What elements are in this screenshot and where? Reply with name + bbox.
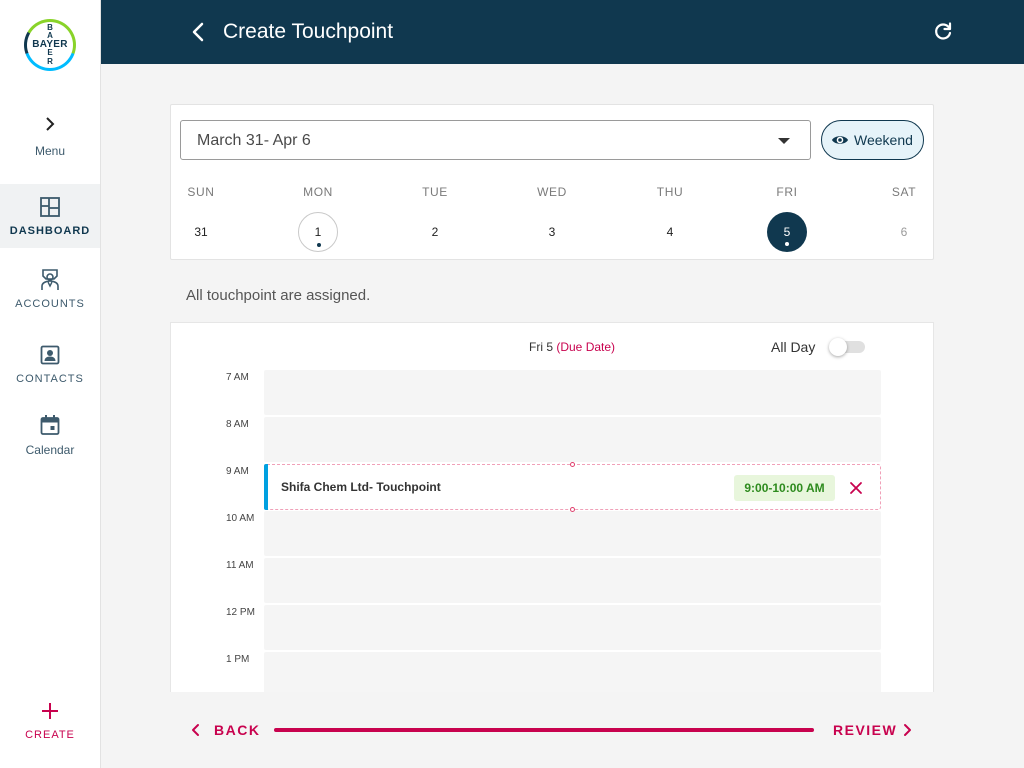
- sidebar-item-contacts[interactable]: CONTACTS: [0, 343, 100, 385]
- calendar-icon: [0, 413, 100, 437]
- all-day-label: All Day: [771, 339, 816, 355]
- hour-label: 8 AM: [226, 419, 249, 430]
- plus-icon: [0, 699, 100, 723]
- sidebar-item-label: CONTACTS: [16, 373, 84, 385]
- close-icon: [850, 482, 862, 494]
- event-color-bar: [264, 464, 268, 510]
- schedule-date-heading: Fri 5 (Due Date): [529, 340, 615, 354]
- create-button[interactable]: CREATE: [0, 699, 100, 741]
- time-slot-1pm[interactable]: [264, 652, 881, 692]
- resize-handle-bottom[interactable]: [570, 507, 575, 512]
- day-column-wed: WED 3: [522, 185, 582, 239]
- time-slot-8am[interactable]: [264, 417, 881, 462]
- day-column-fri: FRI 5: [757, 185, 817, 252]
- week-picker-card: March 31- Apr 6 Weekend SUN 31 MON 1 TUE…: [170, 104, 934, 260]
- sidebar-item-label: Calendar: [25, 443, 75, 457]
- resize-handle-top[interactable]: [570, 462, 575, 467]
- day-column-mon: MON 1: [288, 185, 348, 252]
- day-name: SAT: [891, 185, 917, 199]
- day-number[interactable]: 3: [532, 212, 572, 252]
- menu-toggle[interactable]: Menu: [0, 112, 100, 158]
- day-column-thu: THU 4: [640, 185, 700, 239]
- event-dot: [317, 243, 321, 247]
- sidebar-item-calendar[interactable]: Calendar: [0, 413, 100, 457]
- all-day-toggle[interactable]: [829, 338, 867, 356]
- back-arrow-button[interactable]: [187, 20, 211, 44]
- chevron-left-icon: [192, 22, 204, 42]
- create-label: CREATE: [25, 729, 75, 741]
- hour-label: 12 PM: [226, 607, 255, 618]
- logo-horizontal-text: BAYER: [32, 39, 68, 50]
- time-slot-12pm[interactable]: [264, 605, 881, 650]
- app-header: Create Touchpoint: [101, 0, 1024, 64]
- day-number[interactable]: 6: [884, 212, 924, 252]
- day-name: TUE: [422, 185, 448, 199]
- day-name: WED: [537, 185, 567, 199]
- schedule-date: Fri 5: [529, 340, 553, 354]
- sidebar-item-dashboard[interactable]: DASHBOARD: [0, 184, 100, 248]
- event-dot: [785, 242, 789, 246]
- day-number-text: 5: [783, 225, 791, 239]
- day-number-today[interactable]: 1: [298, 212, 338, 252]
- day-column-sun: SUN 31: [171, 185, 231, 239]
- accounts-icon: [0, 268, 100, 292]
- day-column-tue: TUE 2: [405, 185, 465, 239]
- day-number-selected[interactable]: 5: [767, 212, 807, 252]
- refresh-icon: [935, 22, 952, 40]
- assignment-status: All touchpoint are assigned.: [186, 287, 371, 304]
- page-title: Create Touchpoint: [223, 20, 394, 43]
- hour-label: 11 AM: [226, 560, 254, 571]
- day-name: THU: [656, 185, 684, 199]
- hour-label: 7 AM: [226, 372, 249, 383]
- week-range-value: March 31- Apr 6: [197, 132, 311, 149]
- hour-label: 10 AM: [226, 513, 255, 524]
- day-number[interactable]: 2: [415, 212, 455, 252]
- caret-down-icon: [778, 138, 790, 144]
- toggle-knob: [829, 338, 847, 356]
- day-schedule: Fri 5 (Due Date) All Day 7 AM 8 AM 9 AM …: [170, 322, 934, 692]
- sidebar-item-label: DASHBOARD: [9, 225, 91, 237]
- chevron-left-icon: [192, 724, 199, 736]
- menu-label: Menu: [34, 144, 66, 158]
- time-slot-11am[interactable]: [264, 558, 881, 603]
- remove-event-button[interactable]: [849, 481, 863, 495]
- time-slot-7am[interactable]: [264, 370, 881, 415]
- event-time-badge: 9:00-10:00 AM: [734, 475, 835, 501]
- hour-label: 9 AM: [226, 466, 249, 477]
- sidebar-item-accounts[interactable]: ACCOUNTS: [0, 268, 100, 310]
- bayer-logo: BAYER BAYER: [24, 19, 76, 71]
- touchpoint-event[interactable]: Shifa Chem Ltd- Touchpoint 9:00-10:00 AM: [264, 462, 881, 512]
- weekend-label: Weekend: [854, 132, 913, 148]
- contacts-icon: [0, 343, 100, 367]
- chevron-right-icon: [904, 724, 911, 736]
- sidebar: BAYER BAYER Menu DASHBOARD ACCOUNTS CONT…: [0, 0, 101, 768]
- eye-icon: [832, 136, 848, 144]
- time-slot-10am[interactable]: [264, 511, 881, 556]
- refresh-button[interactable]: [931, 20, 955, 44]
- weekend-toggle-button[interactable]: Weekend: [821, 120, 924, 160]
- due-date-label: (Due Date): [556, 340, 616, 354]
- chevron-right-icon: [0, 112, 100, 136]
- day-name: FRI: [776, 185, 798, 199]
- review-button[interactable]: REVIEW: [833, 720, 923, 740]
- day-number[interactable]: 31: [181, 212, 221, 252]
- dashboard-icon: [0, 195, 100, 219]
- day-name: SUN: [187, 185, 215, 199]
- day-number[interactable]: 4: [650, 212, 690, 252]
- day-name: MON: [303, 185, 333, 199]
- step-progress-bar: [274, 728, 814, 732]
- week-range-select[interactable]: March 31- Apr 6: [180, 120, 811, 160]
- event-name: Shifa Chem Ltd- Touchpoint: [281, 480, 441, 494]
- day-column-sat: SAT 6: [874, 185, 934, 239]
- review-label: REVIEW: [833, 722, 898, 738]
- sidebar-item-label: ACCOUNTS: [15, 298, 85, 310]
- day-number-text: 1: [314, 225, 322, 239]
- hour-label: 1 PM: [226, 654, 250, 665]
- back-label: BACK: [214, 722, 261, 738]
